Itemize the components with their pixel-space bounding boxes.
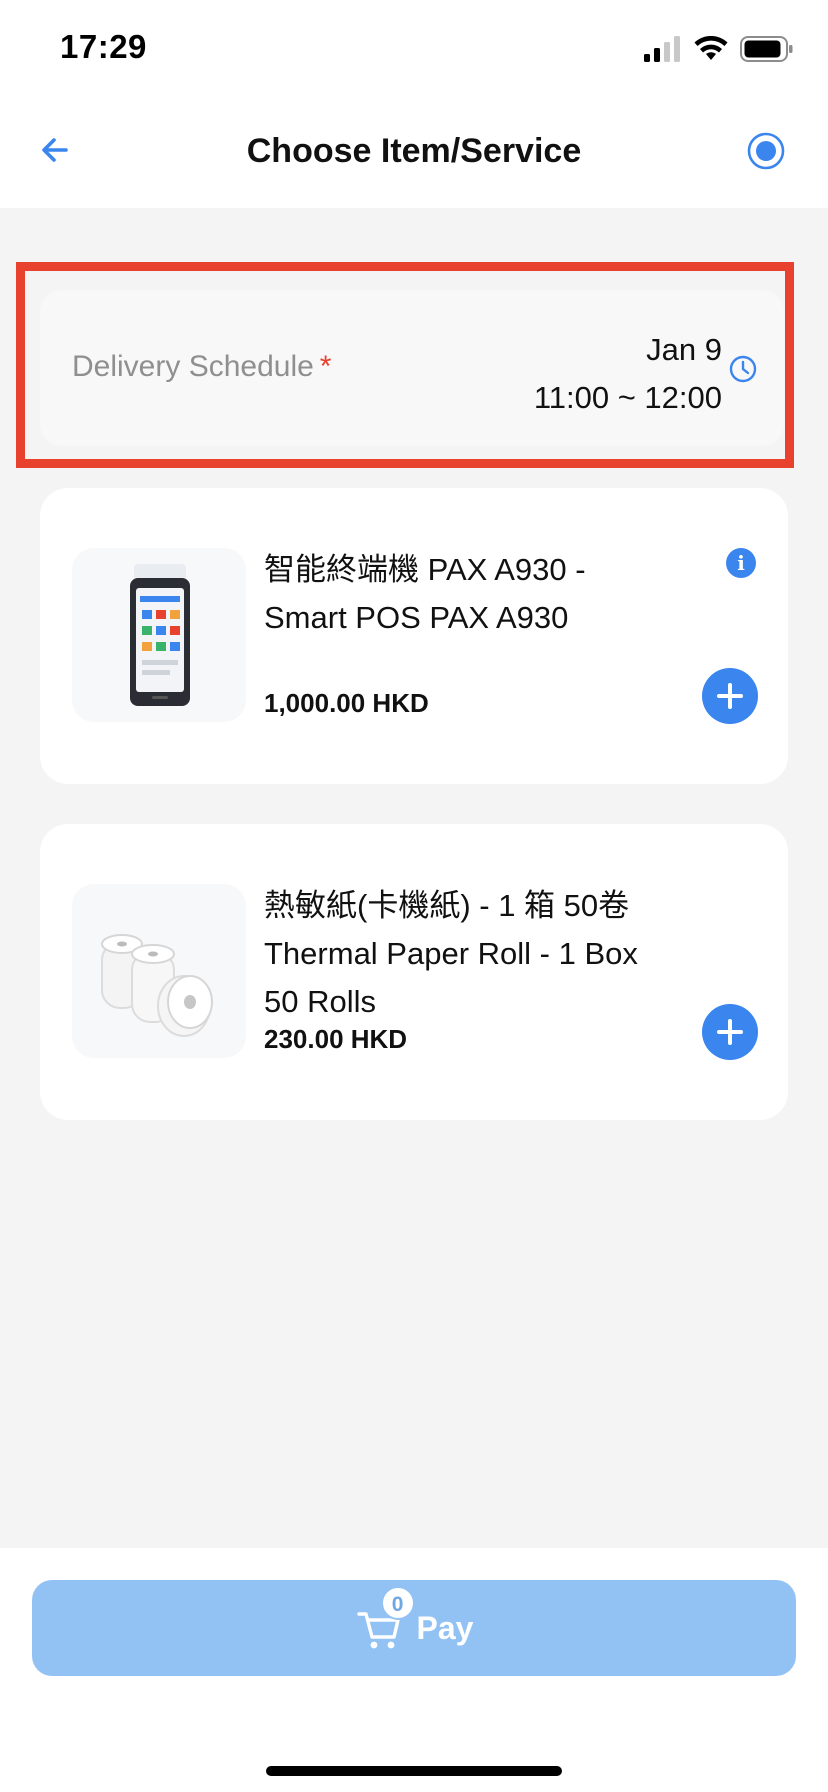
- product-name-zh: 熱敏紙(卡機紙) - 1 箱 50卷: [264, 888, 630, 923]
- product-card-pax-a930[interactable]: 智能終端機 PAX A930 - Smart POS PAX A930 1,00…: [40, 488, 788, 784]
- delivery-time-range: 11:00 ~ 12:00: [533, 380, 722, 415]
- delivery-schedule-label-text: Delivery Schedule: [72, 350, 314, 383]
- product-price: 1,000.00 HKD: [264, 688, 429, 718]
- product-name-en: Thermal Paper Roll - 1 Box: [264, 936, 638, 971]
- paper-rolls-image: [101, 934, 213, 1037]
- product-name-en-cont: 50 Rolls: [264, 984, 376, 1019]
- pay-label: Pay: [416, 1609, 474, 1646]
- product-image-pos-terminal: [72, 548, 246, 722]
- status-time: 17:29: [60, 28, 147, 65]
- delivery-schedule-field[interactable]: Delivery Schedule * Jan 9 11:00 ~ 12:00: [40, 290, 784, 446]
- status-icons: [644, 34, 794, 64]
- add-to-cart-button[interactable]: [702, 668, 758, 724]
- home-indicator: [266, 1766, 562, 1776]
- delivery-schedule-label: Delivery Schedule *: [72, 350, 331, 384]
- page-title: Choose Item/Service: [246, 132, 582, 170]
- product-image-thermal-paper: [72, 884, 246, 1058]
- product-card-thermal-paper[interactable]: 熱敏紙(卡機紙) - 1 箱 50卷 Thermal Paper Roll - …: [40, 824, 788, 1120]
- clock-icon[interactable]: [728, 354, 758, 384]
- battery-icon: [740, 36, 793, 62]
- info-icon[interactable]: i: [726, 548, 756, 578]
- pay-button[interactable]: 0 Pay: [32, 1580, 796, 1676]
- required-mark: *: [319, 350, 332, 383]
- radio-target-icon[interactable]: [746, 131, 786, 171]
- product-name-zh: 智能終端機 PAX A930 -: [264, 552, 586, 587]
- add-to-cart-button[interactable]: [702, 1004, 758, 1060]
- product-price: 230.00 HKD: [264, 1024, 408, 1054]
- product-name: 智能終端機 PAX A930 - Smart POS PAX A930: [264, 546, 586, 642]
- delivery-schedule-value: Jan 9 11:00 ~ 12:00: [534, 326, 722, 422]
- delivery-date: Jan 9: [646, 332, 722, 367]
- product-name-en: Smart POS PAX A930: [264, 600, 569, 635]
- cart-count-badge: 0: [380, 1586, 415, 1620]
- cart: 0: [355, 1586, 415, 1652]
- product-name: 熱敏紙(卡機紙) - 1 箱 50卷 Thermal Paper Roll - …: [264, 882, 638, 1026]
- pos-terminal-image: [130, 564, 190, 706]
- signal-icon: [644, 36, 680, 62]
- wifi-icon: [694, 36, 728, 60]
- top-bar: 17:29 Choose Item/Service: [0, 0, 828, 208]
